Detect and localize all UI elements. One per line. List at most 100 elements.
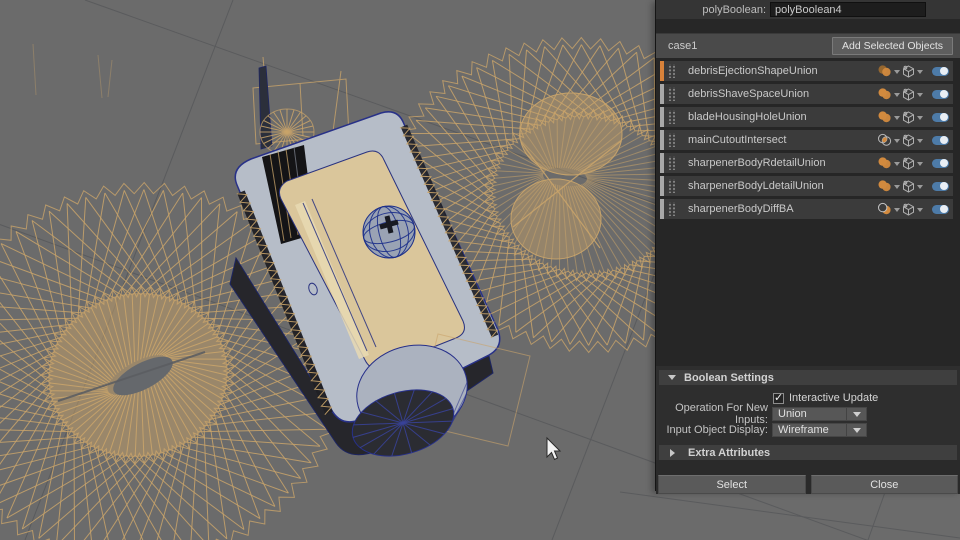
operation-row: Operation For New Inputs: Union: [656, 406, 960, 422]
cube-display-icon[interactable]: [902, 65, 915, 78]
chevron-down-icon[interactable]: [894, 70, 900, 77]
visibility-toggle[interactable]: [932, 113, 949, 122]
panel-footer: Select Close: [656, 460, 960, 494]
node-name-label: polyBoolean:: [656, 4, 766, 16]
chevron-down-icon[interactable]: [917, 93, 923, 100]
close-button[interactable]: Close: [811, 475, 959, 494]
drag-handle-icon[interactable]: [667, 110, 675, 124]
boolean-object-row[interactable]: sharpenerBodyDiffBA: [660, 199, 953, 219]
cube-display-icon[interactable]: [902, 134, 915, 147]
operation-dropdown[interactable]: Union: [772, 407, 867, 421]
node-name-input[interactable]: [770, 2, 926, 17]
boolean-op-icon[interactable]: [877, 133, 892, 147]
visibility-toggle[interactable]: [932, 136, 949, 145]
display-value: Wireframe: [773, 424, 846, 436]
row-icons: [877, 110, 949, 124]
row-label: sharpenerBodyLdetailUnion: [688, 180, 877, 192]
display-dropdown[interactable]: Wireframe: [772, 423, 867, 437]
boolean-op-icon[interactable]: [877, 64, 892, 78]
case-tab[interactable]: case1: [668, 40, 697, 52]
visibility-toggle[interactable]: [932, 159, 949, 168]
cube-display-icon[interactable]: [902, 157, 915, 170]
row-label: debrisShaveSpaceUnion: [688, 88, 877, 100]
chevron-down-icon[interactable]: [894, 116, 900, 123]
drag-handle-icon[interactable]: [667, 133, 675, 147]
extra-attributes-title: Extra Attributes: [688, 447, 770, 459]
drag-handle-icon[interactable]: [667, 64, 675, 78]
boolean-settings-section: Boolean Settings ✓ Interactive Update Op…: [656, 366, 960, 442]
row-color-chip: [660, 199, 664, 219]
boolean-op-icon[interactable]: [877, 202, 892, 216]
cube-display-icon[interactable]: [902, 203, 915, 216]
boolean-object-row[interactable]: bladeHousingHoleUnion: [660, 107, 953, 127]
drag-handle-icon[interactable]: [667, 202, 675, 216]
cube-display-icon[interactable]: [902, 180, 915, 193]
boolean-object-row[interactable]: debrisEjectionShapeUnion: [660, 61, 953, 81]
add-selected-objects-button[interactable]: Add Selected Objects: [832, 37, 953, 55]
drag-handle-icon[interactable]: [667, 179, 675, 193]
chevron-down-icon[interactable]: [894, 93, 900, 100]
extra-attributes-section: Extra Attributes: [656, 442, 960, 460]
visibility-toggle[interactable]: [932, 90, 949, 99]
chevron-down-icon[interactable]: [894, 162, 900, 169]
row-label: sharpenerBodyDiffBA: [688, 203, 877, 215]
dropdown-arrow-button[interactable]: [846, 408, 866, 420]
cube-display-icon[interactable]: [902, 88, 915, 101]
row-icons: [877, 133, 949, 147]
chevron-down-icon: [853, 428, 861, 437]
case-tab-bar: case1 Add Selected Objects: [656, 33, 960, 58]
chevron-down-icon[interactable]: [917, 185, 923, 192]
boolean-object-row[interactable]: mainCutoutIntersect: [660, 130, 953, 150]
collapse-triangle-icon: [668, 375, 676, 384]
boolean-settings-header[interactable]: Boolean Settings: [659, 370, 957, 385]
maya-window: polyBoolean: case1 Add Selected Objects …: [0, 0, 960, 540]
chevron-down-icon[interactable]: [917, 162, 923, 169]
boolean-op-icon[interactable]: [877, 156, 892, 170]
boolean-object-row[interactable]: debrisShaveSpaceUnion: [660, 84, 953, 104]
operation-value: Union: [773, 408, 846, 420]
select-button[interactable]: Select: [658, 475, 806, 494]
boolean-object-row[interactable]: sharpenerBodyRdetailUnion: [660, 153, 953, 173]
node-name-row: polyBoolean:: [656, 0, 960, 19]
row-label: debrisEjectionShapeUnion: [688, 65, 877, 77]
display-row: Input Object Display: Wireframe: [656, 422, 960, 438]
visibility-toggle[interactable]: [932, 182, 949, 191]
drag-handle-icon[interactable]: [667, 156, 675, 170]
chevron-down-icon: [853, 412, 861, 421]
row-color-chip: [660, 176, 664, 196]
boolean-op-icon[interactable]: [877, 179, 892, 193]
collapsed-triangle-icon: [670, 449, 679, 457]
row-icons: [877, 156, 949, 170]
chevron-down-icon[interactable]: [894, 139, 900, 146]
chevron-down-icon[interactable]: [894, 185, 900, 192]
boolean-op-icon[interactable]: [877, 110, 892, 124]
row-color-chip: [660, 84, 664, 104]
row-icons: [877, 179, 949, 193]
boolean-object-row[interactable]: sharpenerBodyLdetailUnion: [660, 176, 953, 196]
chevron-down-icon[interactable]: [917, 116, 923, 123]
interactive-update-label: Interactive Update: [789, 392, 878, 404]
row-icons: [877, 87, 949, 101]
row-label: bladeHousingHoleUnion: [688, 111, 877, 123]
polyboolean-panel: polyBoolean: case1 Add Selected Objects …: [655, 0, 960, 491]
row-label: sharpenerBodyRdetailUnion: [688, 157, 877, 169]
boolean-op-icon[interactable]: [877, 87, 892, 101]
row-color-chip: [660, 153, 664, 173]
interactive-update-checkbox[interactable]: ✓: [773, 393, 784, 404]
display-label: Input Object Display:: [656, 424, 768, 436]
dropdown-arrow-button[interactable]: [846, 424, 866, 436]
boolean-settings-title: Boolean Settings: [684, 372, 774, 384]
drag-handle-icon[interactable]: [667, 87, 675, 101]
cube-display-icon[interactable]: [902, 111, 915, 124]
row-icons: [877, 202, 949, 216]
extra-attributes-header[interactable]: Extra Attributes: [659, 445, 957, 460]
chevron-down-icon[interactable]: [894, 208, 900, 215]
visibility-toggle[interactable]: [932, 67, 949, 76]
row-color-chip: [660, 130, 664, 150]
chevron-down-icon[interactable]: [917, 208, 923, 215]
row-color-chip: [660, 61, 664, 81]
chevron-down-icon[interactable]: [917, 70, 923, 77]
row-icons: [877, 64, 949, 78]
chevron-down-icon[interactable]: [917, 139, 923, 146]
visibility-toggle[interactable]: [932, 205, 949, 214]
